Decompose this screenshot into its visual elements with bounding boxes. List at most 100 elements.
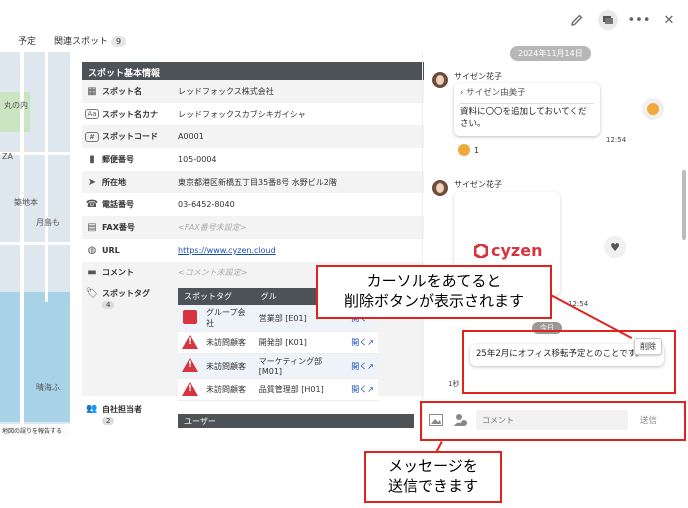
open-link[interactable]: 開く↗ (351, 385, 374, 394)
comment-icon: ▬ (87, 267, 97, 279)
location-arrow-icon: ➤ (87, 176, 97, 188)
message-time: 12:54 (568, 300, 589, 308)
own-message-time: 1秒 (448, 380, 460, 388)
image-attach-icon[interactable] (428, 413, 444, 427)
kana-icon: Aa (85, 109, 99, 120)
tab-schedule[interactable]: 予定 (18, 34, 36, 47)
quoted-reply: › サイゼン由美子 (460, 88, 594, 104)
sender-name: サイゼン花子 (454, 180, 502, 189)
group-column-header: グル (254, 288, 378, 306)
tag-name: グループ会社 (202, 305, 255, 333)
users-icon: 👥 (86, 404, 98, 415)
avatar (432, 72, 448, 88)
tag-name: 未訪問顧客 (202, 378, 255, 402)
tag-column-header: スポットタグ (178, 288, 255, 306)
spot-field-label: スポット名 (102, 86, 142, 96)
tab-count-badge: 9 (111, 36, 127, 47)
spot-field-value: 東京都港区新橋五丁目35番8号 水野ビル2階 (178, 177, 337, 187)
reaction-badge[interactable]: 1 (458, 144, 479, 156)
owner-count: 2 (102, 417, 115, 426)
send-hint-callout: メッセージを 送信できます (364, 451, 502, 503)
spot-field-row: Aa スポット名カナ レッドフォックスカブシキガイシャ (82, 103, 424, 126)
spot-field-row: ▦ スポット名 レッドフォックス株式会社 (82, 80, 424, 103)
today-pill: 今日 (532, 322, 562, 334)
spot-field-label: コメント (102, 268, 134, 278)
close-icon[interactable]: ✕ (660, 11, 678, 29)
chat-panel: 2024年11月14日 サイゼン花子 › サイゼン由美子 資料に〇〇を追加してお… (422, 38, 688, 438)
image-attachment[interactable]: cyzen (454, 192, 560, 296)
tag-group: 営業部 [E01] (254, 305, 348, 333)
spot-field-label: 所在地 (102, 177, 126, 187)
tag-table-row: 未訪問顧客品質管理部 [H01]開く↗ (178, 378, 378, 402)
comment-input[interactable] (476, 410, 628, 430)
thumbs-up-icon (647, 103, 659, 115)
delete-button[interactable]: 削除 (634, 338, 662, 355)
message-text: 資料に〇〇を追加しておいてください。 (460, 106, 587, 129)
spot-field-value: <FAX番号未設定> (178, 222, 247, 232)
spot-field-value: 03-6452-8040 (178, 200, 235, 210)
toolbar: ••• ✕ (568, 10, 678, 30)
spot-field-label: スポットコード (102, 132, 158, 142)
spot-tag-label: スポットタグ (102, 289, 150, 299)
avatar (432, 180, 448, 196)
spot-tag-label-block: 🏷 スポットタグ 4 (82, 288, 178, 396)
postbox-icon: ▮ (89, 153, 95, 165)
spot-tag-row: 🏷 スポットタグ 4 スポットタグ グル グループ会社営業部 [E01]開く未訪… (82, 284, 424, 402)
warning-icon (182, 334, 198, 349)
map-water (0, 292, 70, 422)
open-link[interactable]: 開く↗ (351, 362, 374, 371)
tab-related-spots[interactable]: 関連スポット 9 (54, 34, 127, 47)
map-label: ZA (2, 152, 13, 161)
owner-row: 👥 自社担当者 2 ユーザー (82, 396, 424, 436)
owner-label: 自社担当者 (102, 405, 142, 415)
chat-scrollbar[interactable] (682, 170, 686, 240)
phone-icon: ☎ (85, 199, 99, 211)
map-label: 月島も (36, 218, 60, 227)
open-link[interactable]: 開く (351, 314, 367, 323)
heart-button[interactable]: ♥ (604, 236, 626, 258)
tag-group: 開発部 [K01] (254, 331, 348, 355)
cyzen-logo-mark-icon (474, 244, 488, 258)
spot-rows: ▦ スポット名 レッドフォックス株式会社 Aa スポット名カナ レッドフォックスカブシキガ… (82, 80, 424, 285)
hash-icon: # (85, 131, 99, 142)
mention-user-icon[interactable] (452, 413, 468, 427)
spot-field-label: 電話番号 (102, 200, 134, 210)
globe-icon: ◍ (87, 244, 97, 256)
chat-toggle-icon[interactable] (598, 10, 618, 30)
spot-info-panel: スポット基本情報 ▦ スポット名 レッドフォックス株式会社 Aa スポット名カナ レッドフ… (82, 62, 424, 438)
message-input-bar: 送信 (422, 402, 688, 438)
open-link[interactable]: 開く↗ (351, 338, 374, 347)
map-report-link[interactable]: 地図の誤りを報告する (0, 424, 70, 436)
spot-field-row: ▬ コメント <コメント未設定> (82, 261, 424, 285)
map-road (0, 242, 70, 245)
date-pill: 2024年11月14日 (510, 46, 591, 61)
send-button[interactable]: 送信 (640, 414, 657, 426)
quoted-name: サイゼン由美子 (466, 88, 526, 98)
tag-icon: 🏷 (85, 288, 99, 300)
spot-field-row: ☎ 電話番号 03-6452-8040 (82, 193, 424, 216)
fax-icon: ▤ (87, 221, 97, 233)
edit-pencil-icon[interactable] (568, 11, 586, 29)
spot-field-value[interactable]: https://www.cyzen.cloud (178, 246, 424, 255)
tag-group: マーケティング部 [M01] (254, 353, 348, 380)
spot-field-row: ▤ FAX番号 <FAX番号未設定> (82, 216, 424, 239)
tab-bar: 予定 関連スポット 9 (18, 34, 127, 47)
tag-table-body: グループ会社営業部 [E01]開く未訪問顧客開発部 [K01]開く↗未訪問顧客マ… (178, 305, 378, 402)
spot-field-value: 105-0004 (178, 154, 217, 164)
tag-name: 未訪問顧客 (202, 353, 255, 380)
spot-field-label: URL (102, 245, 120, 255)
tag-table-row: 未訪問顧客マーケティング部 [M01]開く↗ (178, 353, 378, 380)
thumbs-up-icon (458, 144, 470, 156)
more-options-icon[interactable]: ••• (628, 11, 651, 29)
message-time: 12:54 (606, 136, 627, 144)
spot-tag-table: スポットタグ グル グループ会社営業部 [E01]開く未訪問顧客開発部 [K01… (178, 288, 378, 402)
owner-label-block: 👥 自社担当者 2 (82, 404, 178, 436)
spot-field-row: ◍ URL https://www.cyzen.cloud (82, 239, 424, 262)
like-button[interactable] (642, 98, 664, 120)
own-message-text: 25年2月にオフィス移転予定とのことです。 (476, 349, 644, 359)
map-label: 丸の内 (4, 101, 28, 110)
message-bubble[interactable]: › サイゼン由美子 資料に〇〇を追加しておいてください。 (454, 83, 600, 136)
map-view[interactable]: 丸の内 ZA 築地本 月島も 晴海ふ 地図の誤りを報告する (0, 52, 70, 436)
spot-field-value: レッドフォックスカブシキガイシャ (178, 109, 306, 119)
tab-related-spots-label: 関連スポット (54, 37, 109, 47)
